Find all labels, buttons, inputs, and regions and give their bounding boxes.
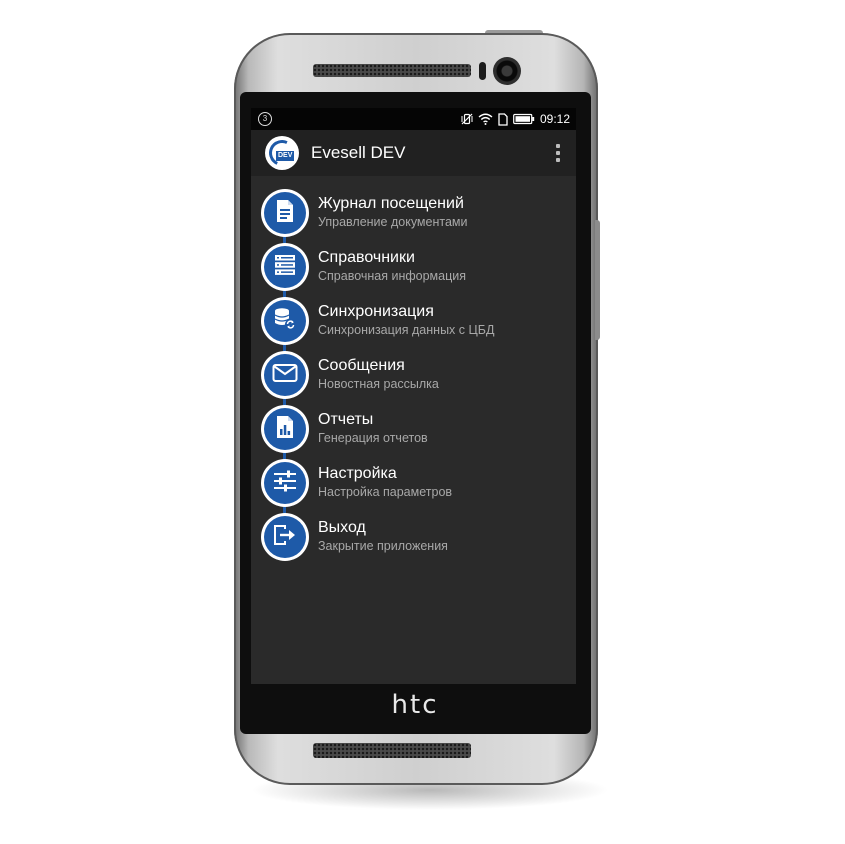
status-bar: 3 09:12 — [251, 108, 576, 130]
status-icons: 09:12 — [461, 112, 570, 126]
overflow-menu-icon[interactable] — [552, 141, 564, 165]
status-time: 09:12 — [539, 112, 570, 126]
database-sync-icon — [273, 307, 297, 336]
app-bar: DEV Evesell DEV — [251, 130, 576, 176]
menu-item-subtitle: Справочная информация — [318, 269, 467, 283]
menu-item-directories[interactable]: Справочники Справочная информация — [251, 240, 576, 294]
menu-item-title: Настройка — [318, 465, 397, 482]
menu-item-subtitle: Генерация отчетов — [318, 431, 428, 445]
earpiece-speaker — [313, 64, 471, 77]
menu-item-title: Справочники — [318, 249, 415, 266]
main-menu: Журнал посещений Управление документами … — [251, 176, 576, 564]
exit-icon — [273, 524, 297, 551]
wifi-icon — [478, 113, 493, 125]
bottom-speaker — [313, 743, 471, 758]
phone-screen: 3 09:12 DEV Evesell DEV Журнал посещений… — [251, 108, 576, 684]
device-brand-logo: htc — [391, 690, 439, 720]
sliders-icon — [273, 470, 297, 497]
notification-count-badge: 3 — [258, 112, 272, 126]
app-title: Evesell DEV — [311, 143, 406, 162]
menu-item-exit[interactable]: Выход Закрытие приложения — [251, 510, 576, 564]
menu-item-title: Журнал посещений — [318, 195, 464, 212]
menu-item-title: Сообщения — [318, 357, 405, 374]
menu-item-title: Отчеты — [318, 411, 374, 428]
report-chart-icon — [275, 415, 295, 444]
vibrate-icon — [461, 113, 473, 125]
menu-item-reports[interactable]: Отчеты Генерация отчетов — [251, 402, 576, 456]
menu-item-subtitle: Настройка параметров — [318, 485, 453, 499]
front-camera — [493, 57, 521, 85]
menu-item-subtitle: Управление документами — [318, 215, 468, 229]
menu-item-settings[interactable]: Настройка Настройка параметров — [251, 456, 576, 510]
menu-item-sync[interactable]: Синхронизация Синхронизация данных с ЦБД — [251, 294, 576, 348]
mail-icon — [272, 363, 298, 388]
proximity-sensor — [479, 62, 486, 80]
menu-item-subtitle: Новостная рассылка — [318, 377, 439, 391]
server-list-icon — [274, 254, 296, 281]
menu-item-subtitle: Закрытие приложения — [318, 539, 448, 553]
battery-icon — [513, 113, 535, 125]
menu-item-visit-log[interactable]: Журнал посещений Управление документами — [251, 186, 576, 240]
menu-item-title: Синхронизация — [318, 303, 434, 320]
menu-item-subtitle: Синхронизация данных с ЦБД — [318, 323, 495, 337]
sim-card-icon — [498, 112, 508, 126]
logo-label: DEV — [276, 151, 295, 161]
menu-item-messages[interactable]: Сообщения Новостная рассылка — [251, 348, 576, 402]
menu-item-title: Выход — [318, 519, 366, 536]
app-logo[interactable]: DEV — [265, 136, 299, 170]
document-icon — [275, 199, 295, 228]
phone-volume-button — [595, 220, 600, 340]
